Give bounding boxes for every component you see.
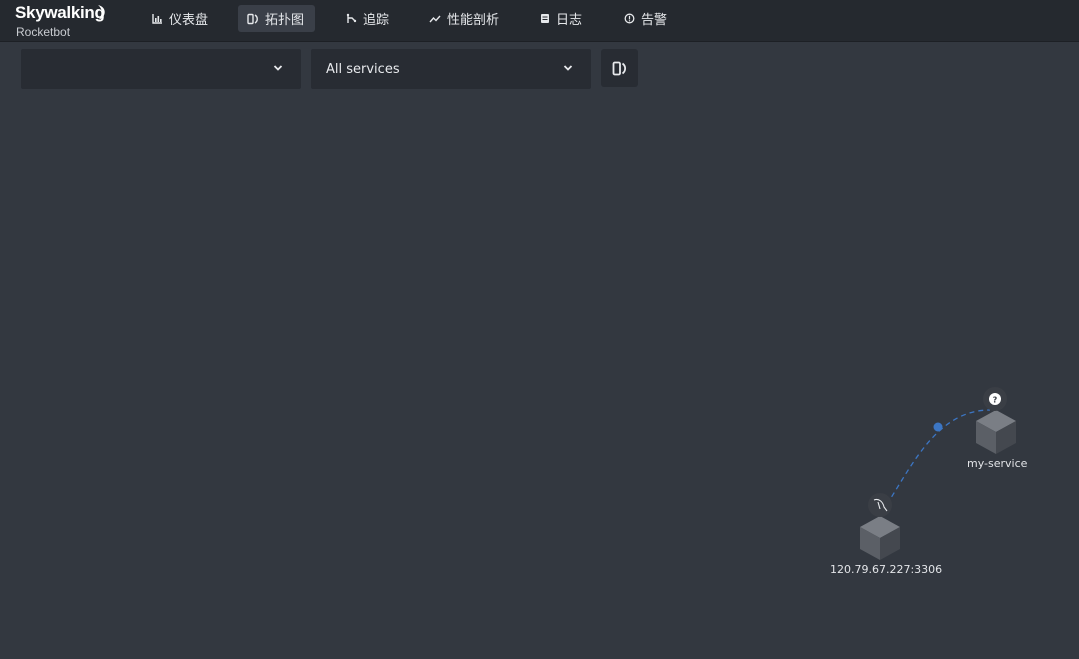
service-node-my-service: ? — [976, 387, 1016, 454]
edge-midpoint — [933, 422, 943, 432]
node-label-mysql[interactable]: 120.79.67.227:3306 — [830, 563, 942, 576]
svg-text:?: ? — [993, 396, 998, 405]
database-node-mysql — [860, 493, 900, 560]
topology-graph: ? — [860, 387, 1016, 560]
node-label-my-service[interactable]: my-service — [967, 457, 1027, 470]
